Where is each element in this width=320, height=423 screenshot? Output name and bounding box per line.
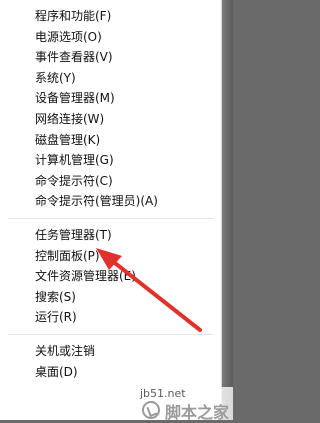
menu-group-3: 关机或注销 桌面(D) — [0, 341, 221, 382]
menu-item-system[interactable]: 系统(Y) — [0, 68, 221, 89]
menu-item-shutdown-signout[interactable]: 关机或注销 — [0, 341, 221, 362]
winx-context-menu: 程序和功能(F) 电源选项(O) 事件查看器(V) 系统(Y) 设备管理器(M)… — [0, 0, 222, 420]
menu-item-file-explorer[interactable]: 文件资源管理器(E) — [0, 266, 221, 287]
menu-item-command-prompt[interactable]: 命令提示符(C) — [0, 171, 221, 192]
menu-item-programs-and-features[interactable]: 程序和功能(F) — [0, 6, 221, 27]
menu-item-power-options[interactable]: 电源选项(O) — [0, 27, 221, 48]
menu-item-task-manager[interactable]: 任务管理器(T) — [0, 225, 221, 246]
menu-item-disk-management[interactable]: 磁盘管理(K) — [0, 130, 221, 151]
menu-item-run[interactable]: 运行(R) — [0, 307, 221, 328]
menu-separator — [8, 217, 213, 219]
menu-item-command-prompt-admin[interactable]: 命令提示符(管理员)(A) — [0, 191, 221, 212]
menu-item-event-viewer[interactable]: 事件查看器(V) — [0, 47, 221, 68]
watermark-logo-icon — [142, 401, 160, 419]
desktop-background-strip — [222, 0, 233, 420]
menu-group-1: 程序和功能(F) 电源选项(O) 事件查看器(V) 系统(Y) 设备管理器(M)… — [0, 6, 221, 212]
watermark-name: 脚本之家 — [165, 403, 230, 422]
menu-item-desktop[interactable]: 桌面(D) — [0, 362, 221, 383]
menu-item-device-manager[interactable]: 设备管理器(M) — [0, 88, 221, 109]
menu-group-2: 任务管理器(T) 控制面板(P) 文件资源管理器(E) 搜索(S) 运行(R) — [0, 225, 221, 328]
menu-item-network-connections[interactable]: 网络连接(W) — [0, 109, 221, 130]
watermark: jb51.net 脚本之家 — [140, 387, 233, 422]
menu-separator — [8, 333, 213, 335]
menu-item-computer-management[interactable]: 计算机管理(G) — [0, 150, 221, 171]
menu-item-search[interactable]: 搜索(S) — [0, 287, 221, 308]
menu-item-control-panel[interactable]: 控制面板(P) — [0, 246, 221, 267]
